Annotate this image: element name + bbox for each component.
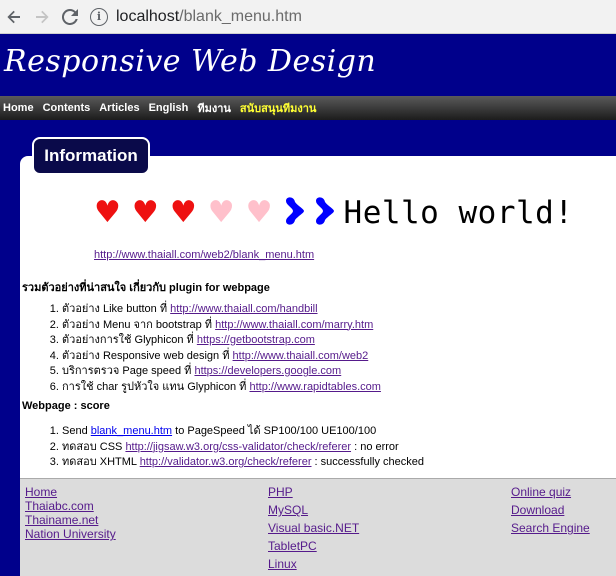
web2-link[interactable]: http://www.thaiall.com/web2 <box>233 350 369 362</box>
heart-icon: ♥ <box>207 195 235 230</box>
site-title: Responsive Web Design <box>4 44 377 79</box>
footer-column-2: PHP MySQL Visual basic.NET TabletPC Linu… <box>268 485 359 575</box>
score-section-heading: Webpage : score <box>22 400 110 412</box>
heart-icon: ♥ <box>94 195 121 230</box>
url-host: localhost <box>116 7 180 25</box>
footer-link-linux[interactable]: Linux <box>268 557 359 571</box>
url-path: /blank_menu.htm <box>179 7 302 25</box>
list-item: Send blank_menu.htm to PageSpeed ได้ SP1… <box>62 424 424 440</box>
list-item: ตัวอย่าง Responsive web design ที่ http:… <box>62 349 381 365</box>
footer-link-home[interactable]: Home <box>25 485 116 499</box>
list-item: การใช้ char รูปหัวใจ แทน Glyphicon ที่ h… <box>62 380 381 396</box>
score-list: Send blank_menu.htm to PageSpeed ได้ SP1… <box>40 424 424 471</box>
footer-link-thaiabc[interactable]: Thaiabc.com <box>25 499 116 513</box>
footer-link-mysql[interactable]: MySQL <box>268 503 359 517</box>
menu-item-support-team[interactable]: สนับสนุนทีมงาน <box>240 99 317 117</box>
menu-item-contents[interactable]: Contents <box>43 102 91 114</box>
blue-heart-icon <box>314 196 336 230</box>
hearts-row: ♥ ♥ ♥ ♥ ♥ Hello world! <box>94 193 574 233</box>
getbootstrap-link[interactable]: https://getbootstrap.com <box>197 334 315 346</box>
footer-link-online-quiz[interactable]: Online quiz <box>511 485 590 499</box>
heart-icon: ♥ <box>245 195 273 230</box>
footer: Home Thaiabc.com Thainame.net Nation Uni… <box>20 478 616 576</box>
arrow-left-icon[interactable] <box>0 3 28 31</box>
information-tab: Information <box>32 137 150 175</box>
footer-link-tabletpc[interactable]: TabletPC <box>268 539 359 553</box>
css-validator-link[interactable]: http://jigsaw.w3.org/css-validator/check… <box>125 441 351 453</box>
list-item: ตัวอย่าง Menu จาก bootstrap ที่ http://w… <box>62 318 381 334</box>
site-header: Responsive Web Design <box>0 34 616 96</box>
menu-item-articles[interactable]: Articles <box>99 102 139 114</box>
browser-toolbar: i localhost/blank_menu.htm <box>0 0 616 34</box>
handbill-link[interactable]: http://www.thaiall.com/handbill <box>170 303 317 315</box>
top-menu: Home Contents Articles English ทีมงาน สน… <box>0 96 616 120</box>
list-item: ทดสอบ XHTML http://validator.w3.org/chec… <box>62 455 424 471</box>
menu-item-team[interactable]: ทีมงาน <box>197 99 231 117</box>
blue-heart-icon <box>284 196 306 230</box>
heart-icon: ♥ <box>131 195 159 230</box>
reload-icon[interactable] <box>56 3 84 31</box>
menu-item-english[interactable]: English <box>149 102 189 114</box>
footer-link-search-engine[interactable]: Search Engine <box>511 521 590 535</box>
footer-link-vbnet[interactable]: Visual basic.NET <box>268 521 359 535</box>
hello-world-text: Hello world! <box>343 195 574 231</box>
footer-link-thainame[interactable]: Thainame.net <box>25 513 116 527</box>
rapidtables-link[interactable]: http://www.rapidtables.com <box>249 381 380 393</box>
xhtml-validator-link[interactable]: http://validator.w3.org/check/referer <box>140 456 312 468</box>
blank-menu-link[interactable]: blank_menu.htm <box>91 425 172 437</box>
list-item: บริการตรวจ Page speed ที่ https://develo… <box>62 364 381 380</box>
footer-link-download[interactable]: Download <box>511 503 590 517</box>
menu-item-home[interactable]: Home <box>3 102 34 114</box>
google-developers-link[interactable]: https://developers.google.com <box>194 365 341 377</box>
list-item: ทดสอบ CSS http://jigsaw.w3.org/css-valid… <box>62 440 424 456</box>
list-item: ตัวอย่างการใช้ Glyphicon ที่ https://get… <box>62 333 381 349</box>
footer-column-1: Home Thaiabc.com Thainame.net Nation Uni… <box>25 485 116 541</box>
footer-link-php[interactable]: PHP <box>268 485 359 499</box>
plugin-example-list: ตัวอย่าง Like button ที่ http://www.thai… <box>40 302 381 395</box>
list-item: ตัวอย่าง Like button ที่ http://www.thai… <box>62 302 381 318</box>
marry-link[interactable]: http://www.thaiall.com/marry.htm <box>215 319 373 331</box>
heart-icon: ♥ <box>169 195 197 230</box>
info-icon[interactable]: i <box>90 7 108 26</box>
footer-column-3: Online quiz Download Search Engine <box>511 485 590 539</box>
address-bar[interactable]: i localhost/blank_menu.htm <box>90 4 610 30</box>
footer-link-nation-university[interactable]: Nation University <box>25 527 116 541</box>
plugin-section-heading: รวมตัวอย่างที่น่าสนใจ เกี่ยวกับ plugin f… <box>22 282 270 294</box>
page-url-link[interactable]: http://www.thaiall.com/web2/blank_menu.h… <box>94 249 314 261</box>
arrow-right-icon[interactable] <box>28 3 56 31</box>
